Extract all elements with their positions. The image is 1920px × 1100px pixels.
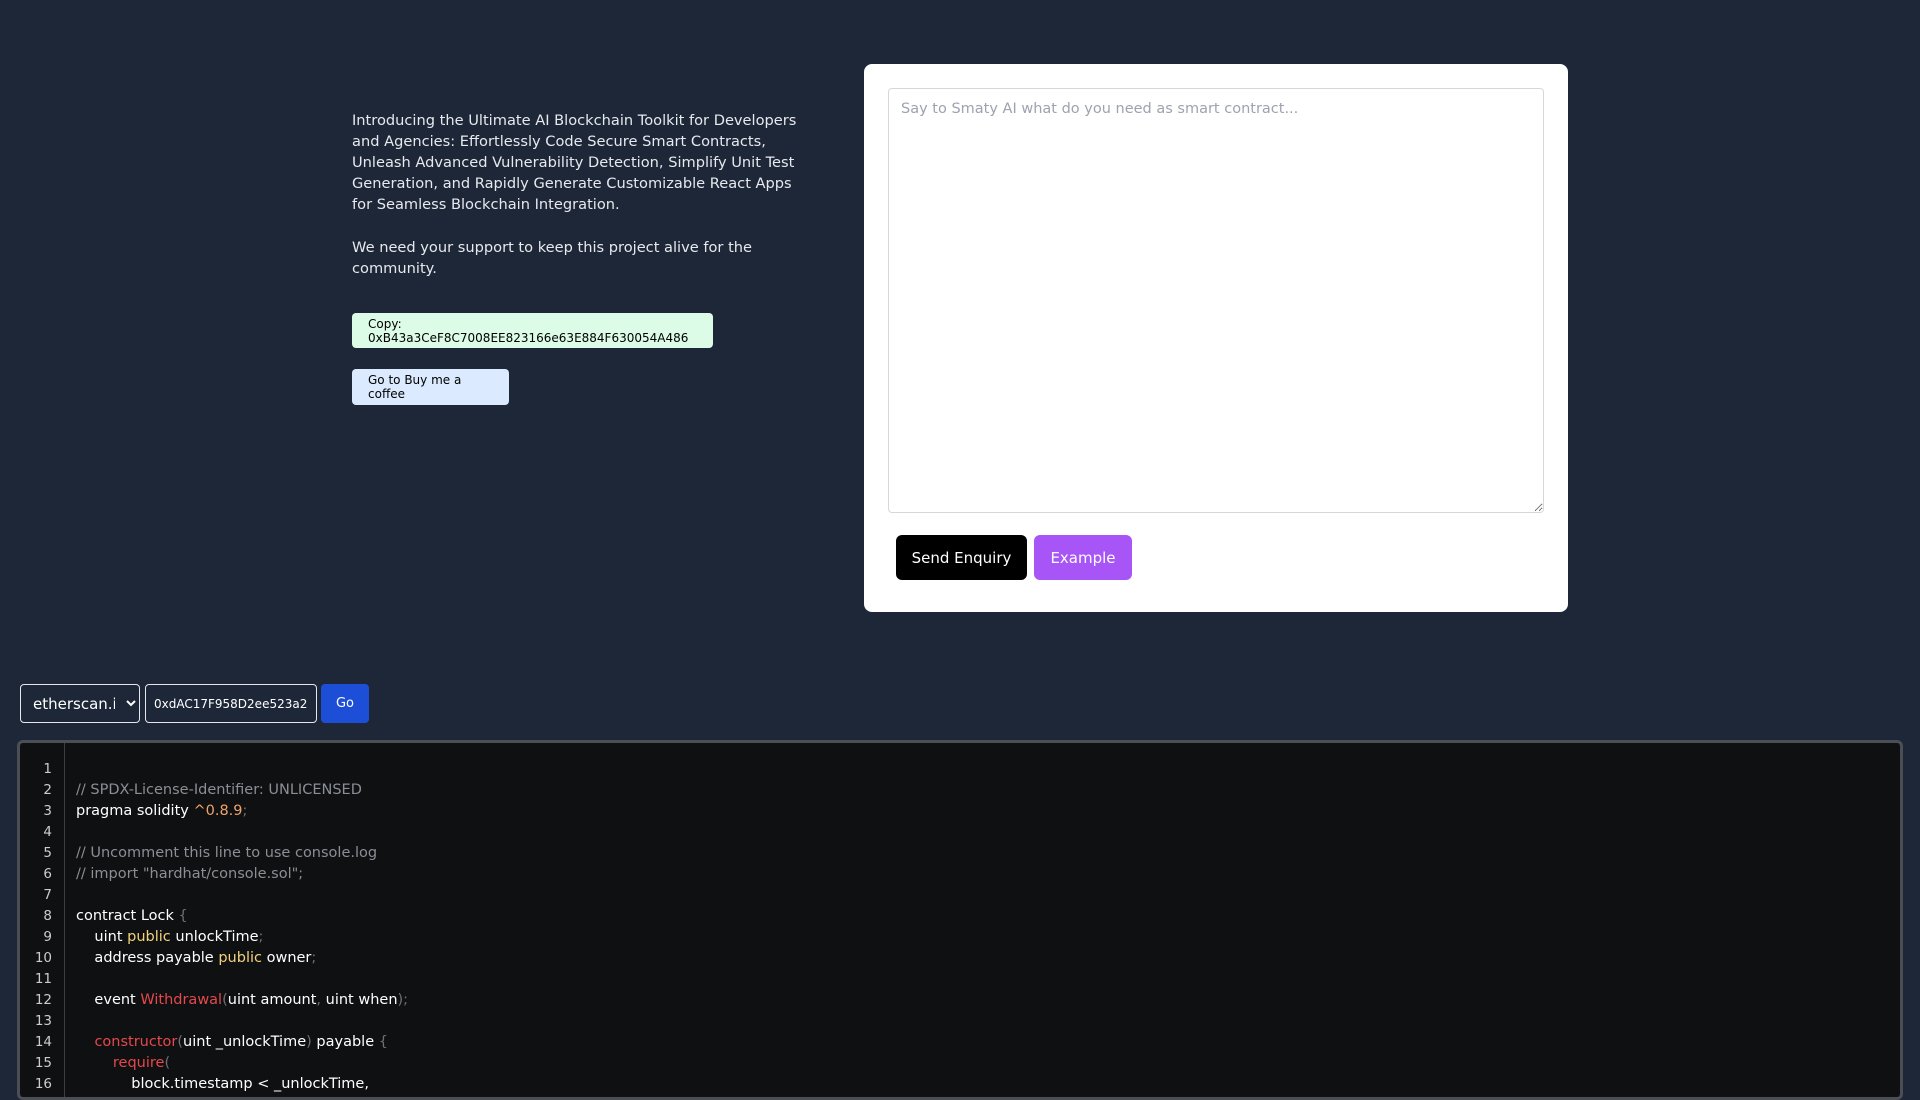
code-token: uint _unlockTime — [183, 1034, 307, 1050]
code-token: unlockTime — [170, 929, 259, 945]
code-token: ( — [164, 1055, 171, 1071]
explorer-select[interactable]: etherscan.io — [20, 684, 140, 723]
code-line: 4 — [20, 822, 1900, 843]
line-number: 11 — [34, 971, 52, 987]
support-message: We need your support to keep this projec… — [352, 239, 753, 277]
line-number: 4 — [43, 824, 52, 840]
code-token: pragma solidity — [76, 803, 194, 819]
line-number: 10 — [34, 950, 52, 966]
line-number: 3 — [43, 803, 52, 819]
code-text: contract Lock { — [76, 906, 188, 927]
enquiry-panel: Send Enquiry Example — [864, 64, 1568, 612]
code-text: event Withdrawal(uint amount, uint when)… — [76, 990, 408, 1011]
code-text: constructor(uint _unlockTime) payable { — [76, 1032, 388, 1053]
code-token: payable — [316, 1034, 379, 1050]
code-line: 14 constructor(uint _unlockTime) payable… — [20, 1032, 1900, 1053]
code-token: ; — [311, 950, 317, 966]
buy-me-a-coffee-button[interactable]: Go to Buy me a coffee — [352, 369, 509, 405]
code-token: { — [378, 1034, 388, 1050]
code-editor[interactable]: 1 2// SPDX-License-Identifier: UNLICENSED… — [17, 740, 1903, 1100]
code-text: // SPDX-License-Identifier: UNLICENSED — [76, 780, 362, 801]
example-button[interactable]: Example — [1034, 535, 1132, 580]
code-token: ; — [242, 803, 248, 819]
code-text: // Uncomment this line to use console.lo… — [76, 843, 377, 864]
code-token: ) — [306, 1034, 317, 1050]
code-token: event — [76, 992, 141, 1008]
line-number: 6 — [43, 866, 52, 882]
intro-paragraph: Introducing the Ultimate AI Blockchain T… — [352, 112, 797, 213]
go-button[interactable]: Go — [321, 684, 369, 723]
line-number: 1 — [43, 761, 52, 777]
code-token: ); — [397, 992, 409, 1008]
code-token: constructor — [94, 1034, 178, 1050]
line-number: 2 — [43, 782, 52, 798]
line-number: 14 — [34, 1034, 52, 1050]
code-token: contract Lock — [76, 908, 179, 924]
code-line: 5 // Uncomment this line to use console.l… — [20, 843, 1900, 864]
code-line: 7 — [20, 885, 1900, 906]
code-token: { — [178, 908, 188, 924]
code-token: ^0.8.9 — [193, 803, 243, 819]
code-token: ; — [258, 929, 264, 945]
code-lines: 1 2// SPDX-License-Identifier: UNLICENSED… — [20, 759, 1900, 1095]
code-token: uint when — [325, 992, 398, 1008]
code-token: // import "hardhat/console.sol"; — [76, 866, 304, 882]
line-number: 5 — [43, 845, 52, 861]
line-number: 16 — [34, 1076, 52, 1092]
code-token: public — [127, 929, 171, 945]
code-token: // SPDX-License-Identifier: UNLICENSED — [76, 782, 362, 798]
code-line: 11 — [20, 969, 1900, 990]
code-line: 12 event Withdrawal(uint amount, uint wh… — [20, 990, 1900, 1011]
code-line: 16 block.timestamp < _unlockTime, — [20, 1074, 1900, 1095]
code-token: address payable — [76, 950, 219, 966]
line-number: 15 — [34, 1055, 52, 1071]
line-number: 7 — [43, 887, 52, 903]
code-token: // Uncomment this line to use console.lo… — [76, 845, 378, 861]
copy-address-button[interactable]: Copy: 0xB43a3CeF8C7008EE823166e63E884F63… — [352, 313, 713, 348]
code-text: block.timestamp < _unlockTime, — [76, 1074, 369, 1095]
code-text: // import "hardhat/console.sol"; — [76, 864, 303, 885]
code-line: 10 address payable public owner; — [20, 948, 1900, 969]
code-line: 8 contract Lock { — [20, 906, 1900, 927]
prompt-textarea[interactable] — [888, 88, 1544, 513]
code-token: block.timestamp < _unlockTime, — [76, 1076, 369, 1092]
send-enquiry-button[interactable]: Send Enquiry — [896, 535, 1027, 580]
code-text: uint public unlockTime; — [76, 927, 263, 948]
code-token: , — [316, 992, 326, 1008]
code-line: 2 // SPDX-License-Identifier: UNLICENSED — [20, 780, 1900, 801]
line-number: 12 — [34, 992, 52, 1008]
code-text: address payable public owner; — [76, 948, 316, 969]
contract-address-input[interactable] — [145, 684, 317, 723]
code-token: require — [112, 1055, 165, 1071]
code-text: require( — [76, 1053, 170, 1074]
code-token: uint amount — [227, 992, 317, 1008]
intro-section: Introducing the Ultimate AI Blockchain T… — [352, 110, 802, 279]
code-line: 1 — [20, 759, 1900, 780]
code-line: 13 — [20, 1011, 1900, 1032]
code-token: Withdrawal — [140, 992, 223, 1008]
code-line: 15 require( — [20, 1053, 1900, 1074]
code-line: 6 // import "hardhat/console.sol"; — [20, 864, 1900, 885]
code-token: uint — [76, 929, 128, 945]
code-line: 3 pragma solidity ^0.8.9; — [20, 801, 1900, 822]
code-line: 9 uint public unlockTime; — [20, 927, 1900, 948]
code-token: owner — [261, 950, 312, 966]
line-number: 8 — [43, 908, 52, 924]
line-number: 13 — [34, 1013, 52, 1029]
code-text: pragma solidity ^0.8.9; — [76, 801, 247, 822]
code-token: public — [218, 950, 262, 966]
line-number: 9 — [43, 929, 52, 945]
